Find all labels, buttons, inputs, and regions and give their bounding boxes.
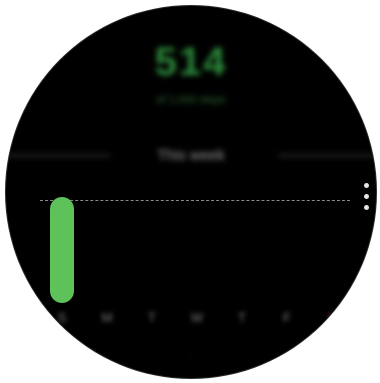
more-options-icon-dot (364, 205, 369, 210)
watch-screen: 514 of 1,000 steps This week SMTWTFS · (6, 6, 376, 378)
day-label: S (327, 310, 337, 325)
more-options-icon (364, 183, 369, 188)
day-label: S (57, 310, 67, 325)
day-label: W (190, 310, 204, 325)
day-label: T (148, 310, 156, 325)
day-label: T (238, 310, 246, 325)
more-options-button[interactable] (362, 181, 372, 213)
target-line (40, 200, 350, 202)
day-labels: SMTWTFS (6, 310, 376, 332)
day-label: M (101, 310, 113, 325)
day-label: F (283, 310, 291, 325)
bar-0 (50, 197, 74, 303)
footer-hint: · (189, 349, 193, 360)
more-options-icon-dot (364, 194, 369, 199)
